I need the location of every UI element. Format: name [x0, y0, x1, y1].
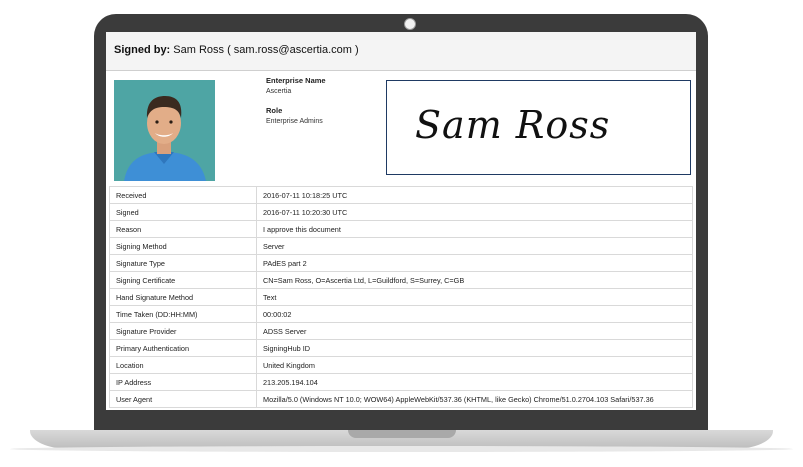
detail-key: Reason	[109, 220, 257, 238]
detail-value: CN=Sam Ross, O=Ascertia Ltd, L=Guildford…	[256, 271, 693, 289]
role-value: Enterprise Admins	[266, 118, 323, 125]
table-row: Signed 2016-07-11 10:20:30 UTC	[109, 203, 693, 221]
laptop-shadow	[10, 446, 793, 452]
table-row: Primary Authentication SigningHub ID	[109, 339, 693, 357]
detail-value: 2016-07-11 10:20:30 UTC	[256, 203, 693, 221]
webcam-icon	[404, 18, 416, 30]
detail-key: Time Taken (DD:HH:MM)	[109, 305, 257, 323]
detail-value: 00:00:02	[256, 305, 693, 323]
table-row: Time Taken (DD:HH:MM) 00:00:02	[109, 305, 693, 323]
detail-key: Received	[109, 186, 257, 204]
detail-key: Signed	[109, 203, 257, 221]
signer-title: Signed by: Sam Ross ( sam.ross@ascertia.…	[114, 44, 359, 56]
table-row: IP Address 213.205.194.104	[109, 373, 693, 391]
detail-value: 2016-07-11 10:18:25 UTC	[256, 186, 693, 204]
table-row: Signature Provider ADSS Server	[109, 322, 693, 340]
signed-by-label: Signed by:	[114, 44, 171, 56]
detail-value: 213.205.194.104	[256, 373, 693, 391]
detail-value: PAdES part 2	[256, 254, 693, 272]
table-row: Signing Method Server	[109, 237, 693, 255]
detail-value: Text	[256, 288, 693, 306]
enterprise-name-value: Ascertia	[266, 88, 292, 95]
signature-box: Sam Ross	[386, 80, 691, 175]
detail-key: Signing Certificate	[109, 271, 257, 289]
signer-identity: Sam Ross ( sam.ross@ascertia.com )	[173, 44, 359, 56]
table-row: Hand Signature Method Text	[109, 288, 693, 306]
screen: Signed by: Sam Ross ( sam.ross@ascertia.…	[106, 32, 696, 410]
table-row: User Agent Mozilla/5.0 (Windows NT 10.0; …	[109, 390, 693, 408]
signer-photo	[114, 80, 215, 181]
handwritten-signature: Sam Ross	[415, 103, 611, 147]
role-label: Role	[266, 106, 283, 115]
signature-details-table: Received 2016-07-11 10:18:25 UTC Signed 201…	[109, 186, 693, 408]
table-row: Reason I approve this document	[109, 220, 693, 238]
detail-key: User Agent	[109, 390, 257, 408]
detail-key: Primary Authentication	[109, 339, 257, 357]
laptop-notch	[348, 430, 456, 438]
detail-value: Server	[256, 237, 693, 255]
signer-header: Signed by: Sam Ross ( sam.ross@ascertia.…	[106, 32, 696, 71]
detail-value: SigningHub ID	[256, 339, 693, 357]
role-field: Role Enterprise Admins	[266, 106, 323, 125]
signer-card: Enterprise Name Ascertia Role Enterprise…	[106, 76, 696, 181]
enterprise-name-label: Enterprise Name	[266, 76, 326, 85]
detail-key: Location	[109, 356, 257, 374]
table-row: Location United Kingdom	[109, 356, 693, 374]
table-row: Received 2016-07-11 10:18:25 UTC	[109, 186, 693, 204]
detail-value: Mozilla/5.0 (Windows NT 10.0; WOW64) App…	[256, 390, 693, 408]
detail-key: Signature Provider	[109, 322, 257, 340]
detail-key: Signing Method	[109, 237, 257, 255]
table-row: Signature Type PAdES part 2	[109, 254, 693, 272]
detail-value: I approve this document	[256, 220, 693, 238]
detail-key: IP Address	[109, 373, 257, 391]
table-row: Signing Certificate CN=Sam Ross, O=Ascert…	[109, 271, 693, 289]
enterprise-name-field: Enterprise Name Ascertia	[266, 76, 326, 95]
detail-key: Signature Type	[109, 254, 257, 272]
detail-value: ADSS Server	[256, 322, 693, 340]
detail-value: United Kingdom	[256, 356, 693, 374]
detail-key: Hand Signature Method	[109, 288, 257, 306]
person-portrait-icon	[114, 80, 215, 181]
